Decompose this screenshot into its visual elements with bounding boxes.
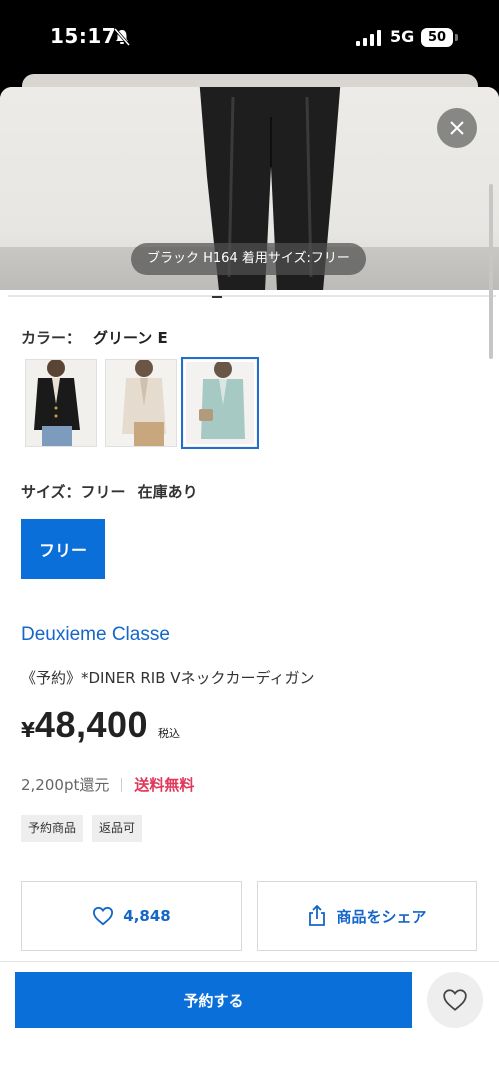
battery-icon: 50 [421,28,453,47]
color-swatch-green[interactable] [181,357,259,449]
heart-icon [93,906,114,926]
tag-preorder: 予約商品 [21,815,84,842]
points-text: 2,200pt還元 [21,776,110,794]
free-shipping-badge: 送料無料 [134,776,195,794]
color-value: グリーン E [93,329,168,347]
size-option-free[interactable]: フリー [21,519,105,579]
tax-label: 税込 [158,727,181,740]
divider [121,777,123,792]
price-currency: ¥ [21,718,35,742]
size-selector-label: サイズ：フリー 在庫あり [21,481,198,502]
add-favorite-button[interactable] [427,972,483,1028]
tag-returnable: 返品可 [92,815,143,842]
color-swatch-black[interactable] [25,359,97,447]
bell-off-icon [113,28,131,46]
color-selector-label: カラー： グリーン E [21,327,168,348]
beige-cardigan-thumbnail [106,360,176,446]
product-image[interactable]: ブラック H164 着用サイズ:フリー [0,87,499,290]
size-label: サイズ：フリー [21,483,126,501]
points-row: 2,200pt還元 送料無料 [21,774,194,795]
share-label: 商品をシェア [336,907,427,926]
reserve-button[interactable]: 予約する [15,972,412,1028]
color-label: カラー： [21,329,82,347]
product-name: 《予約》*DINER RIB Vネックカーディガン [21,669,315,687]
status-bar: 15:17 5G 50 [0,0,499,76]
close-button[interactable] [437,108,477,148]
favorite-count-button[interactable]: 4,848 [21,881,242,951]
image-progress-track [8,295,496,297]
close-icon [450,121,464,135]
signal-icon [356,30,381,46]
share-icon [309,905,326,926]
price-amount: 48,400 [34,704,149,745]
heart-outline-icon [443,989,467,1011]
product-sheet: ブラック H164 着用サイズ:フリー カラー： グリーン E サイズ：フリー … [0,87,499,1080]
color-swatch-beige[interactable] [105,359,177,447]
battery-tip [455,34,458,41]
stock-status: 在庫あり [137,483,198,501]
black-cardigan-thumbnail [26,360,96,446]
image-caption: ブラック H164 着用サイズ:フリー [131,243,366,275]
green-cardigan-thumbnail [183,359,257,447]
brand-link[interactable]: Deuxieme Classe [21,624,170,646]
status-time: 15:17 [50,24,117,48]
favorite-count: 4,848 [123,907,171,925]
network-type: 5G [390,27,415,46]
image-progress-indicator [212,296,222,298]
share-button[interactable]: 商品をシェア [257,881,477,951]
scrollbar[interactable] [489,184,493,359]
price: ¥ 48,400 税込 [21,704,180,746]
product-tags: 予約商品 返品可 [21,815,143,842]
